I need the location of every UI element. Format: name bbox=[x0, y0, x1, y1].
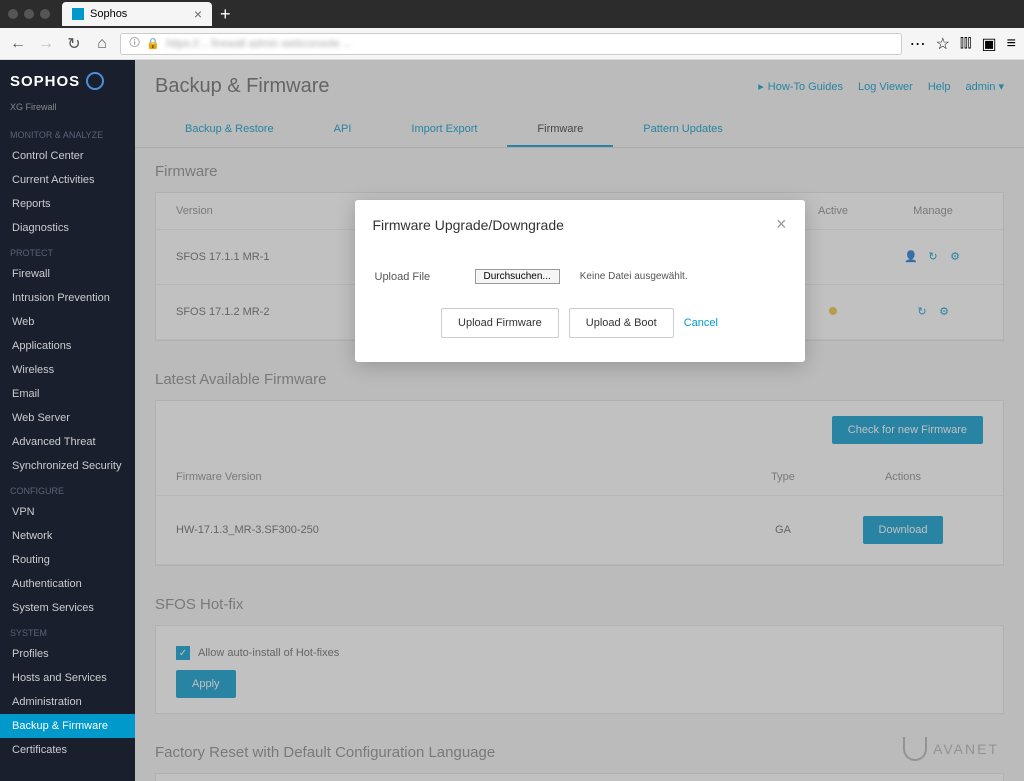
globe-icon bbox=[86, 72, 104, 90]
sidebar: SOPHOS XG Firewall MONITOR & ANALYZE Con… bbox=[0, 60, 135, 781]
sidebar-item-advanced-threat[interactable]: Advanced Threat bbox=[0, 430, 135, 454]
sidebar-item-diagnostics[interactable]: Diagnostics bbox=[0, 216, 135, 240]
sidebar-item-web[interactable]: Web bbox=[0, 310, 135, 334]
sidebar-item-current-activities[interactable]: Current Activities bbox=[0, 168, 135, 192]
sidebar-item-hosts[interactable]: Hosts and Services bbox=[0, 666, 135, 690]
modal-close-icon[interactable]: × bbox=[776, 214, 787, 235]
brand-subtitle: XG Firewall bbox=[0, 102, 135, 122]
brand-logo: SOPHOS bbox=[0, 60, 135, 102]
browse-button[interactable]: Durchsuchen... bbox=[475, 269, 560, 284]
sidebar-item-applications[interactable]: Applications bbox=[0, 334, 135, 358]
window-close-icon[interactable] bbox=[8, 9, 18, 19]
upload-boot-button[interactable]: Upload & Boot bbox=[569, 308, 674, 338]
browser-tab[interactable]: Sophos × bbox=[62, 2, 212, 26]
firmware-upgrade-modal: Firmware Upgrade/Downgrade × Upload File… bbox=[355, 200, 805, 362]
modal-title: Firmware Upgrade/Downgrade bbox=[373, 217, 564, 233]
sidebar-item-reports[interactable]: Reports bbox=[0, 192, 135, 216]
back-button[interactable]: ← bbox=[8, 34, 28, 54]
sidebar-item-backup-firmware[interactable]: Backup & Firmware bbox=[0, 714, 135, 738]
sidebar-item-network[interactable]: Network bbox=[0, 524, 135, 548]
new-tab-button[interactable]: + bbox=[220, 4, 231, 25]
more-icon[interactable]: ⋯ bbox=[910, 34, 926, 54]
sidebar-item-wireless[interactable]: Wireless bbox=[0, 358, 135, 382]
sidebar-item-system-services[interactable]: System Services bbox=[0, 596, 135, 620]
sidebar-section-system: SYSTEM bbox=[0, 620, 135, 642]
sidebar-item-control-center[interactable]: Control Center bbox=[0, 144, 135, 168]
sidebar-section-configure: CONFIGURE bbox=[0, 478, 135, 500]
bookmark-icon[interactable]: ☆ bbox=[936, 34, 950, 54]
reload-button[interactable]: ↻ bbox=[64, 34, 84, 54]
favicon-icon bbox=[72, 8, 84, 20]
sidebar-item-certificates[interactable]: Certificates bbox=[0, 738, 135, 762]
menu-icon[interactable]: ≡ bbox=[1007, 35, 1016, 53]
window-maximize-icon[interactable] bbox=[40, 9, 50, 19]
shield-icon: 🛈 bbox=[129, 34, 140, 53]
main-content: Backup & Firmware ▸How-To Guides Log Vie… bbox=[135, 60, 1024, 781]
tab-close-icon[interactable]: × bbox=[194, 6, 202, 22]
url-bar[interactable]: 🛈 🔒 https://... firewall admin webconsol… bbox=[120, 33, 902, 55]
lock-icon: 🔒 bbox=[146, 37, 160, 50]
sidebar-item-firewall[interactable]: Firewall bbox=[0, 262, 135, 286]
sidebar-item-intrusion[interactable]: Intrusion Prevention bbox=[0, 286, 135, 310]
upload-firmware-button[interactable]: Upload Firmware bbox=[441, 308, 559, 338]
sidebar-item-synchronized[interactable]: Synchronized Security bbox=[0, 454, 135, 478]
sidebar-icon[interactable]: ▣ bbox=[982, 34, 997, 54]
no-file-label: Keine Datei ausgewählt. bbox=[580, 271, 688, 282]
home-button[interactable]: ⌂ bbox=[92, 34, 112, 54]
sidebar-item-web-server[interactable]: Web Server bbox=[0, 406, 135, 430]
browser-tab-bar: Sophos × + bbox=[0, 0, 1024, 28]
sidebar-item-vpn[interactable]: VPN bbox=[0, 500, 135, 524]
sidebar-item-administration[interactable]: Administration bbox=[0, 690, 135, 714]
url-text: https://... firewall admin webconsole ..… bbox=[166, 38, 352, 50]
library-icon[interactable]: ⫿⫿⫿ bbox=[960, 36, 972, 51]
forward-button[interactable]: → bbox=[36, 34, 56, 54]
sidebar-item-email[interactable]: Email bbox=[0, 382, 135, 406]
sidebar-item-authentication[interactable]: Authentication bbox=[0, 572, 135, 596]
tab-title: Sophos bbox=[90, 8, 127, 20]
sidebar-section-protect: PROTECT bbox=[0, 240, 135, 262]
sidebar-item-profiles[interactable]: Profiles bbox=[0, 642, 135, 666]
browser-toolbar: ← → ↻ ⌂ 🛈 🔒 https://... firewall admin w… bbox=[0, 28, 1024, 60]
cancel-button[interactable]: Cancel bbox=[684, 317, 718, 329]
sidebar-section-monitor: MONITOR & ANALYZE bbox=[0, 122, 135, 144]
modal-overlay[interactable]: Firmware Upgrade/Downgrade × Upload File… bbox=[135, 60, 1024, 781]
upload-file-label: Upload File bbox=[375, 271, 455, 283]
sidebar-item-routing[interactable]: Routing bbox=[0, 548, 135, 572]
window-minimize-icon[interactable] bbox=[24, 9, 34, 19]
